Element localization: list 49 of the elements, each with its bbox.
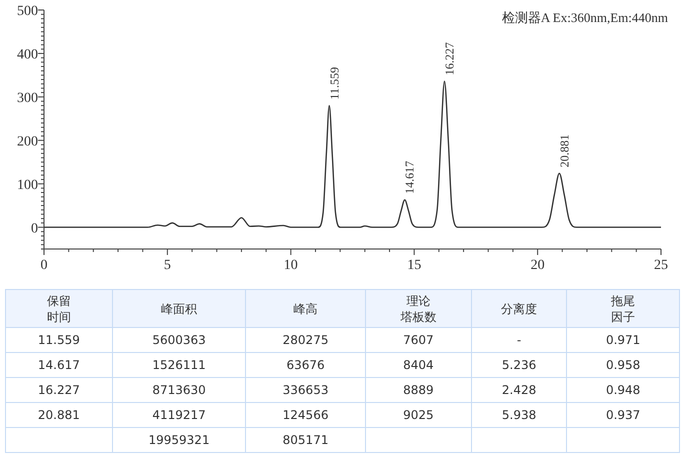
peak-label: 20.881 bbox=[557, 134, 572, 168]
table-cell: 8713630 bbox=[112, 378, 246, 402]
axis-tick-label: 15 bbox=[407, 258, 422, 273]
peak-label: 11.559 bbox=[327, 67, 342, 100]
table-cell: 7607 bbox=[365, 328, 472, 352]
axis-tick-label: 5 bbox=[164, 258, 171, 273]
table-cell: 14.617 bbox=[6, 352, 112, 378]
table-cell: 8404 bbox=[365, 352, 472, 378]
table-cell: - bbox=[471, 328, 567, 352]
table-cell: 4119217 bbox=[112, 402, 246, 428]
column-header: 峰高 bbox=[246, 290, 366, 328]
table-cell: 0.958 bbox=[566, 352, 680, 378]
peak-label: 16.227 bbox=[442, 42, 456, 76]
table-cell: 124566 bbox=[246, 402, 366, 428]
column-header: 峰面积 bbox=[112, 290, 246, 328]
table-cell: 1526111 bbox=[112, 352, 246, 378]
axis-tick-label: 0 bbox=[31, 221, 38, 236]
table-cell: 0.971 bbox=[566, 328, 680, 352]
axis-tick-label: 0 bbox=[40, 258, 48, 273]
table-cell: 8889 bbox=[365, 378, 472, 402]
peak-label: 14.617 bbox=[402, 160, 417, 194]
table-cell: 805171 bbox=[246, 428, 366, 452]
table-cell: 11.559 bbox=[6, 328, 112, 352]
table-cell: 5600363 bbox=[112, 328, 246, 352]
table-cell: 280275 bbox=[246, 328, 366, 352]
axis-tick-label: 300 bbox=[17, 90, 38, 106]
table-cell: 336653 bbox=[246, 378, 366, 402]
table-cell: 16.227 bbox=[6, 378, 112, 402]
table-cell: 63676 bbox=[246, 352, 366, 378]
column-header: 拖尾 因子 bbox=[566, 290, 680, 328]
table-cell: 5.236 bbox=[471, 352, 567, 378]
table-cell: 19959321 bbox=[112, 428, 246, 452]
table-cell: 20.881 bbox=[6, 402, 112, 428]
column-header: 分离度 bbox=[471, 290, 567, 328]
axis-tick-label: 200 bbox=[17, 134, 38, 150]
table-cell: 0.948 bbox=[566, 378, 680, 402]
axis-tick-label: 25 bbox=[654, 258, 668, 273]
column-header: 保留 时间 bbox=[6, 290, 112, 328]
table-cell: 2.428 bbox=[471, 378, 567, 402]
table-cell: 9025 bbox=[365, 402, 472, 428]
axis-tick-label: 400 bbox=[17, 47, 38, 62]
axis-tick-label: 500 bbox=[17, 4, 38, 19]
axis-tick-label: 100 bbox=[17, 178, 38, 193]
table-cell: 0.937 bbox=[566, 402, 680, 428]
axis-tick-label: 20 bbox=[530, 258, 545, 273]
detector-label: 检测器A Ex:360nm,Em:440nm bbox=[502, 10, 668, 25]
axis-tick-label: 10 bbox=[284, 258, 298, 273]
column-header: 理论 塔板数 bbox=[365, 290, 472, 328]
table-cell: 5.938 bbox=[471, 402, 567, 428]
